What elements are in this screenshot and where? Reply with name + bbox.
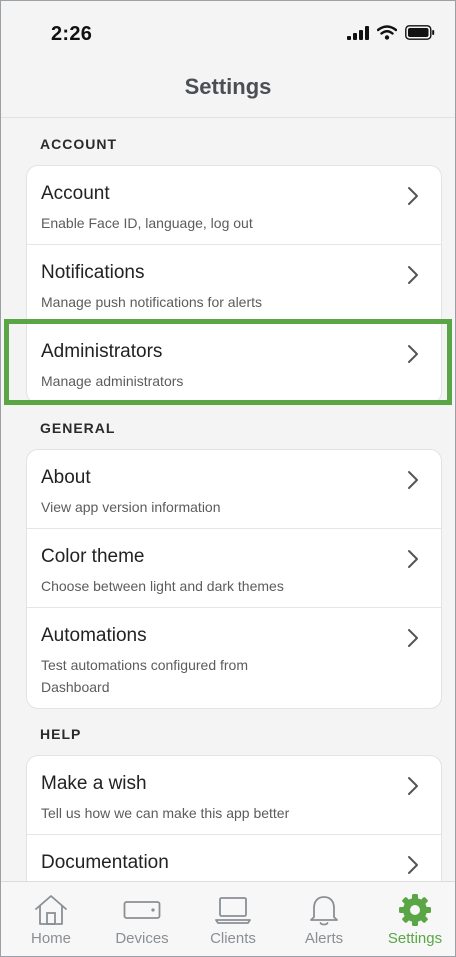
item-subtitle: View app version information <box>41 499 221 515</box>
item-title: Automations <box>41 625 147 646</box>
section-label-help: HELP <box>40 726 82 742</box>
laptop-icon <box>188 892 278 928</box>
nav-header: Settings <box>1 63 455 118</box>
settings-item-make-a-wish[interactable]: Make a wish Tell us how we can make this… <box>27 756 441 835</box>
item-title: Documentation <box>41 852 169 873</box>
settings-item-automations[interactable]: Automations Test automations configured … <box>27 608 441 708</box>
status-bar: 2:26 <box>1 1 455 63</box>
battery-icon <box>405 25 435 45</box>
phone-screen: 2:26 Settings ACCOUNT Account Enable Fac… <box>0 0 456 957</box>
general-section-card: About View app version information Color… <box>26 449 442 709</box>
tab-alerts[interactable]: Alerts <box>279 882 369 956</box>
item-title: Notifications <box>41 262 145 283</box>
settings-item-documentation[interactable]: Documentation <box>27 835 441 881</box>
status-time: 2:26 <box>51 23 93 45</box>
tab-bar: Home Devices Clients Alerts Settings <box>1 881 455 956</box>
item-subtitle: Manage administrators <box>41 373 184 389</box>
settings-item-account[interactable]: Account Enable Face ID, language, log ou… <box>27 166 441 245</box>
chevron-right-icon <box>407 470 419 495</box>
tab-home[interactable]: Home <box>6 882 96 956</box>
cellular-signal-icon <box>347 25 369 45</box>
item-subtitle: Test automations configured from Dashboa… <box>41 657 248 695</box>
tab-label: Clients <box>210 930 256 947</box>
chevron-right-icon <box>407 855 419 880</box>
item-title: Administrators <box>41 341 163 362</box>
chevron-right-icon <box>407 344 419 369</box>
tab-label: Settings <box>387 930 443 947</box>
chevron-right-icon <box>407 186 419 211</box>
section-label-account: ACCOUNT <box>40 136 117 152</box>
item-subtitle: Manage push notifications for alerts <box>41 294 263 310</box>
help-section-card: Make a wish Tell us how we can make this… <box>26 755 442 881</box>
tab-settings[interactable]: Settings <box>370 882 455 956</box>
settings-list[interactable]: ACCOUNT Account Enable Face ID, language… <box>1 118 455 881</box>
tab-label: Home <box>30 930 71 947</box>
item-subtitle: Tell us how we can make this app better <box>41 805 290 821</box>
section-label-general: GENERAL <box>40 420 116 436</box>
chevron-right-icon <box>407 265 419 290</box>
tab-label: Devices <box>115 930 169 947</box>
item-subtitle: Choose between light and dark themes <box>41 578 284 594</box>
item-subtitle: Enable Face ID, language, log out <box>41 215 253 231</box>
settings-item-color-theme[interactable]: Color theme Choose between light and dar… <box>27 529 441 608</box>
item-title: Color theme <box>41 546 145 567</box>
tab-clients[interactable]: Clients <box>188 882 278 956</box>
home-icon <box>6 892 96 928</box>
item-title: About <box>41 467 91 488</box>
settings-item-about[interactable]: About View app version information <box>27 450 441 529</box>
account-section-card: Account Enable Face ID, language, log ou… <box>26 165 442 404</box>
bell-icon <box>279 892 369 928</box>
gear-icon <box>370 892 455 928</box>
device-icon <box>97 892 187 928</box>
chevron-right-icon <box>407 549 419 574</box>
settings-item-notifications[interactable]: Notifications Manage push notifications … <box>27 245 441 324</box>
page-title: Settings <box>184 74 272 99</box>
settings-item-administrators[interactable]: Administrators Manage administrators <box>27 324 441 403</box>
item-title: Account <box>41 183 110 204</box>
wifi-icon <box>376 25 398 45</box>
chevron-right-icon <box>407 776 419 801</box>
chevron-right-icon <box>407 628 419 653</box>
tab-label: Alerts <box>304 930 344 947</box>
status-icons <box>347 25 435 45</box>
tab-devices[interactable]: Devices <box>97 882 187 956</box>
item-title: Make a wish <box>41 773 147 794</box>
